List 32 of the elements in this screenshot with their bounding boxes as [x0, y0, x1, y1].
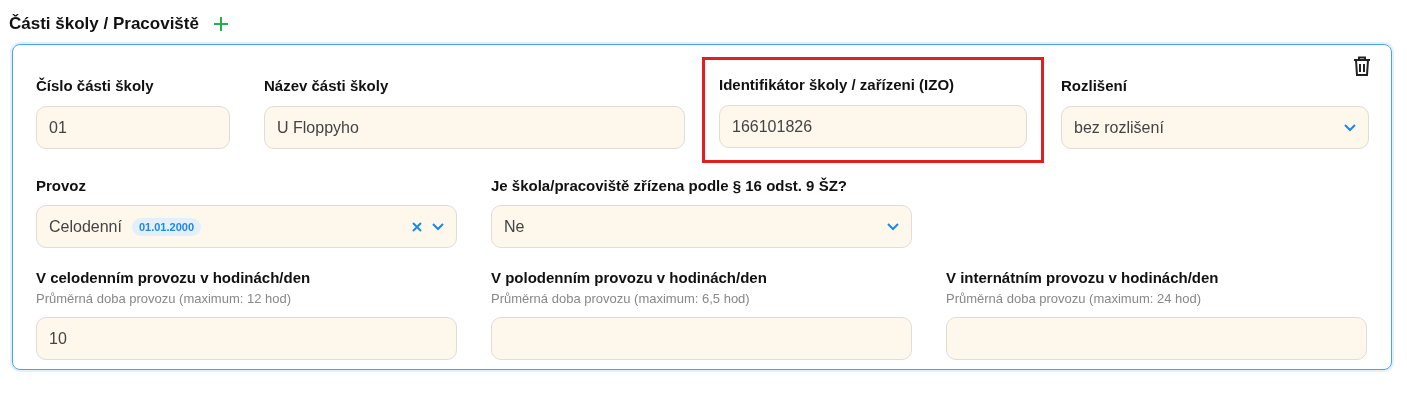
- field-label: V polodenním provozu v hodinách/den: [491, 269, 768, 287]
- select-field[interactable]: Celodenní 01.01.2000: [36, 205, 457, 248]
- select-value: Celodenní: [49, 217, 122, 236]
- field-label: Provoz: [36, 177, 87, 195]
- field-hint: Průměrná doba provozu (maximum: 24 hod): [946, 291, 1203, 307]
- field-label: Rozlišení: [1061, 77, 1128, 95]
- field-label: V celodenním provozu v hodinách/den: [36, 269, 312, 287]
- field-label: Název části školy: [264, 77, 390, 95]
- select-field[interactable]: bez rozlišení: [1061, 106, 1369, 149]
- field-hint: Průměrná doba provozu (maximum: 6,5 hod): [491, 291, 751, 307]
- add-icon[interactable]: [212, 16, 229, 32]
- field-label: Číslo části školy: [36, 77, 155, 95]
- input-field[interactable]: 01: [36, 106, 230, 149]
- input-field[interactable]: 10: [36, 317, 457, 360]
- select-field[interactable]: Ne: [491, 205, 912, 248]
- section-title: Části školy / Pracoviště: [9, 14, 199, 34]
- chevron-down-icon[interactable]: [432, 222, 444, 231]
- select-value: Ne: [504, 217, 525, 236]
- field-label: V internátním provozu v hodinách/den: [946, 269, 1220, 287]
- clear-icon[interactable]: [412, 221, 422, 232]
- select-value: bez rozlišení: [1074, 118, 1164, 137]
- field-label: Identifikátor školy / zařízeni (IZO): [719, 76, 956, 94]
- input-field[interactable]: 166101826: [719, 105, 1027, 148]
- field-label: Je škola/pracoviště zřízena podle § 16 odst. 9 ŠZ?: [491, 177, 848, 195]
- date-badge: 01.01.2000: [131, 217, 201, 236]
- input-field[interactable]: [946, 317, 1367, 360]
- chevron-down-icon[interactable]: [1344, 123, 1356, 132]
- field-hint: Průměrná doba provozu (maximum: 12 hod): [36, 291, 293, 307]
- chevron-down-icon[interactable]: [887, 222, 899, 231]
- trash-icon[interactable]: [1353, 56, 1371, 76]
- input-field[interactable]: [491, 317, 912, 360]
- input-field[interactable]: U Floppyho: [264, 106, 685, 149]
